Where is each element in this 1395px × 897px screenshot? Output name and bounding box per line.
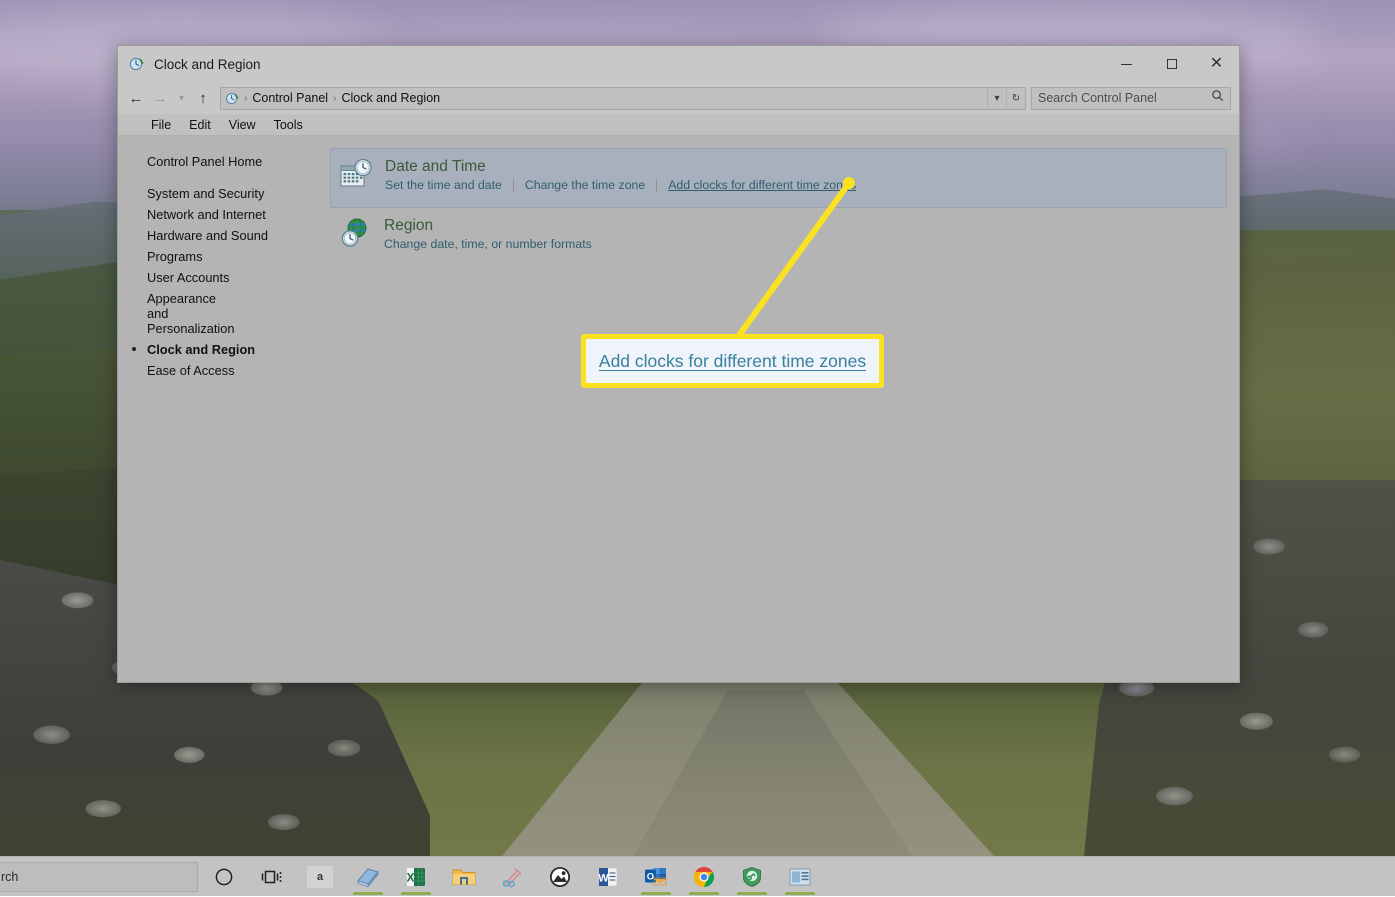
- sidebar-item-hardware-and-sound[interactable]: Hardware and Sound: [118, 225, 330, 246]
- shield-app-icon[interactable]: [728, 857, 776, 897]
- window-controls: ✕: [1104, 46, 1239, 82]
- excel-icon[interactable]: X: [392, 857, 440, 897]
- maximize-button[interactable]: [1149, 46, 1194, 82]
- link-divider: [513, 179, 514, 192]
- search-icon: [1211, 89, 1224, 107]
- address-bar: ← → ▾ ↑ › Control Panel › Clock and Regi…: [118, 82, 1239, 114]
- sidebar-item-system-and-security[interactable]: System and Security: [118, 183, 330, 204]
- category-date-and-time[interactable]: Date and Time Set the time and date Chan…: [330, 148, 1227, 208]
- letter-a-label: a: [307, 866, 333, 888]
- forward-button[interactable]: →: [148, 86, 172, 110]
- cortana-circle-icon[interactable]: [200, 857, 248, 897]
- chrome-icon[interactable]: [680, 857, 728, 897]
- menu-bar: File Edit View Tools: [118, 114, 1239, 136]
- search-control-panel-box[interactable]: [1031, 87, 1231, 110]
- control-panel-icon[interactable]: [776, 857, 824, 897]
- sidebar-item-clock-and-region[interactable]: Clock and Region: [118, 339, 330, 360]
- svg-text:W: W: [598, 872, 609, 884]
- sidebar-item-user-accounts[interactable]: User Accounts: [118, 267, 330, 288]
- sticky-notes-icon[interactable]: [344, 857, 392, 897]
- taskbar-search-text: rch: [1, 870, 18, 884]
- address-bar-actions: ▾ ↻: [987, 88, 1025, 109]
- sidebar-spacer: [118, 171, 330, 183]
- category-links-date-and-time: Set the time and date Change the time zo…: [385, 178, 856, 192]
- category-date-and-time-text: Date and Time Set the time and date Chan…: [379, 157, 856, 192]
- taskbar-icons: a X: [200, 857, 824, 897]
- sidebar-item-network-and-internet[interactable]: Network and Internet: [118, 204, 330, 225]
- breadcrumb-bar[interactable]: › Control Panel › Clock and Region ▾ ↻: [220, 87, 1026, 110]
- sidebar-item-programs[interactable]: Programs: [118, 246, 330, 267]
- globe-clock-icon: [338, 216, 378, 256]
- link-change-the-time-zone[interactable]: Change the time zone: [525, 178, 645, 192]
- annotation-callout-box[interactable]: Add clocks for different time zones: [581, 334, 884, 388]
- chevron-down-icon[interactable]: ▾: [987, 88, 1006, 109]
- refresh-icon[interactable]: ↻: [1006, 88, 1025, 109]
- sidebar: Control Panel Home System and Security N…: [118, 136, 330, 682]
- category-region[interactable]: Region Change date, time, or number form…: [330, 208, 1227, 266]
- menu-tools[interactable]: Tools: [265, 114, 312, 136]
- recent-locations-button[interactable]: ▾: [172, 86, 191, 110]
- minimize-button[interactable]: [1104, 46, 1149, 82]
- search-input[interactable]: [1038, 91, 1211, 105]
- annotation-callout-label[interactable]: Add clocks for different time zones: [599, 351, 866, 372]
- word-icon[interactable]: W: [584, 857, 632, 897]
- up-button[interactable]: ↑: [191, 86, 215, 110]
- letter-a-icon[interactable]: a: [296, 857, 344, 897]
- back-button[interactable]: ←: [124, 86, 148, 110]
- sidebar-item-ease-of-access[interactable]: Ease of Access: [118, 360, 330, 381]
- category-region-text: Region Change date, time, or number form…: [378, 216, 592, 251]
- clock-region-icon: [129, 56, 145, 72]
- link-divider: [656, 179, 657, 192]
- close-button[interactable]: ✕: [1194, 46, 1239, 82]
- link-add-clocks-for-different-time-zones[interactable]: Add clocks for different time zones: [668, 178, 856, 192]
- window-body: Control Panel Home System and Security N…: [118, 136, 1239, 682]
- category-title-region[interactable]: Region: [384, 216, 592, 235]
- svg-text:X: X: [406, 870, 414, 884]
- snip-sketch-icon[interactable]: [488, 857, 536, 897]
- category-title-date-and-time[interactable]: Date and Time: [385, 157, 856, 176]
- taskbar-search-box[interactable]: rch: [0, 862, 198, 892]
- sidebar-item-control-panel-home[interactable]: Control Panel Home: [118, 152, 330, 171]
- calendar-clock-icon: [339, 157, 379, 197]
- menu-edit[interactable]: Edit: [180, 114, 220, 136]
- breadcrumb-control-panel-icon: [225, 91, 240, 106]
- task-view-icon[interactable]: [248, 857, 296, 897]
- menu-file[interactable]: File: [142, 114, 180, 136]
- sidebar-item-appearance-and-personalization[interactable]: Appearance and Personalization: [118, 288, 226, 339]
- breadcrumb-item-clock-and-region[interactable]: Clock and Region: [337, 91, 444, 105]
- svg-text:O: O: [647, 871, 654, 882]
- photos-icon[interactable]: [536, 857, 584, 897]
- taskbar: rch a: [0, 856, 1395, 896]
- breadcrumb-item-control-panel[interactable]: Control Panel: [248, 91, 332, 105]
- outlook-icon[interactable]: O: [632, 857, 680, 897]
- window-titlebar[interactable]: Clock and Region ✕: [118, 46, 1239, 82]
- category-list: Date and Time Set the time and date Chan…: [330, 136, 1239, 682]
- link-set-the-time-and-date[interactable]: Set the time and date: [385, 178, 502, 192]
- menu-view[interactable]: View: [220, 114, 265, 136]
- file-explorer-icon[interactable]: [440, 857, 488, 897]
- window-title: Clock and Region: [154, 57, 1104, 72]
- link-change-date-time-or-number-formats[interactable]: Change date, time, or number formats: [384, 237, 592, 251]
